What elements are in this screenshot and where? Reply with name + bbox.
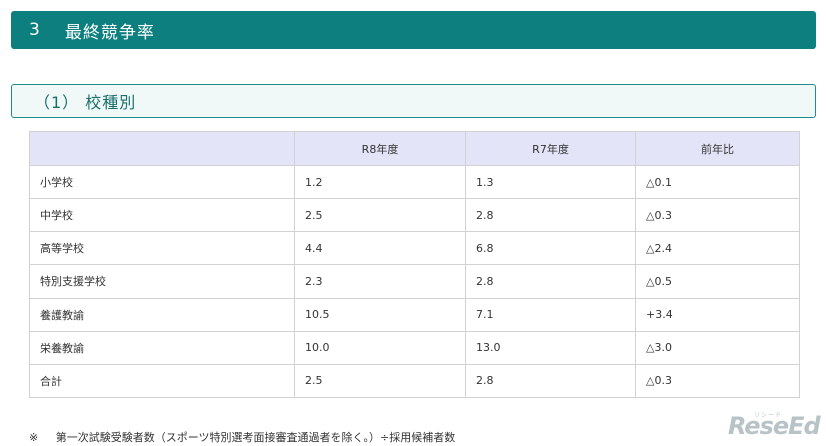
school-type-cell: 合計 [29,363,295,399]
school-type-cell: 特別支援学校 [29,264,295,299]
header-cell-r8: R8年度 [294,131,466,166]
change-cell: △0.5 [635,264,800,299]
table-row: 栄養教諭 10.0 13.0 △3.0 [29,330,800,365]
header-cell-r7: R7年度 [465,131,636,166]
table-row: 小学校 1.2 1.3 △0.1 [29,164,800,200]
r8-cell: 2.5 [294,363,466,399]
r7-cell: 2.8 [465,363,636,399]
school-type-cell: 養護教諭 [29,297,295,332]
watermark-logo: リシード ReseEd [728,412,824,444]
subsection-title: （1） 校種別 [34,93,137,112]
r8-cell: 2.5 [294,198,466,233]
r8-cell: 4.4 [294,231,466,266]
header-cell-school-type [29,131,295,166]
section-header: 3 最終競争率 [11,11,816,49]
table-row: 特別支援学校 2.3 2.8 △0.5 [29,264,800,299]
r7-cell: 2.8 [465,198,636,233]
table-header-row: R8年度 R7年度 前年比 [29,131,800,166]
r8-cell: 10.0 [294,330,466,365]
r8-cell: 2.3 [294,264,466,299]
competition-rate-table: R8年度 R7年度 前年比 小学校 1.2 1.3 △0.1 中学校 2.5 2… [29,131,800,399]
change-cell: △0.1 [635,164,800,200]
r7-cell: 1.3 [465,164,636,200]
watermark-subtext: リシード [754,412,783,419]
r7-cell: 7.1 [465,297,636,332]
r8-cell: 10.5 [294,297,466,332]
table-row: 養護教諭 10.5 7.1 +3.4 [29,297,800,332]
school-type-cell: 高等学校 [29,231,295,266]
footnote-mark: ※ [29,431,39,444]
r7-cell: 2.8 [465,264,636,299]
table-row-total: 合計 2.5 2.8 △0.3 [29,363,800,399]
school-type-cell: 中学校 [29,198,295,233]
r7-cell: 6.8 [465,231,636,266]
header-cell-change: 前年比 [635,131,800,166]
subsection-header: （1） 校種別 [11,84,816,118]
change-cell: +3.4 [635,297,800,332]
r7-cell: 13.0 [465,330,636,365]
r8-cell: 1.2 [294,164,466,200]
change-cell: △3.0 [635,330,800,365]
change-cell: △0.3 [635,363,800,399]
section-title: 最終競争率 [64,22,155,43]
change-cell: △2.4 [635,231,800,266]
table-row: 中学校 2.5 2.8 △0.3 [29,198,800,233]
section-number: 3 [29,20,41,40]
footnote-text: 第一次試験受験者数（スポーツ特別選考面接審査通過者を除く。）÷採用候補者数 [55,431,456,444]
change-cell: △0.3 [635,198,800,233]
footnote: ※ 第一次試験受験者数（スポーツ特別選考面接審査通過者を除く。）÷採用候補者数 [29,429,455,445]
school-type-cell: 栄養教諭 [29,330,295,365]
table-row: 高等学校 4.4 6.8 △2.4 [29,231,800,266]
school-type-cell: 小学校 [29,164,295,200]
